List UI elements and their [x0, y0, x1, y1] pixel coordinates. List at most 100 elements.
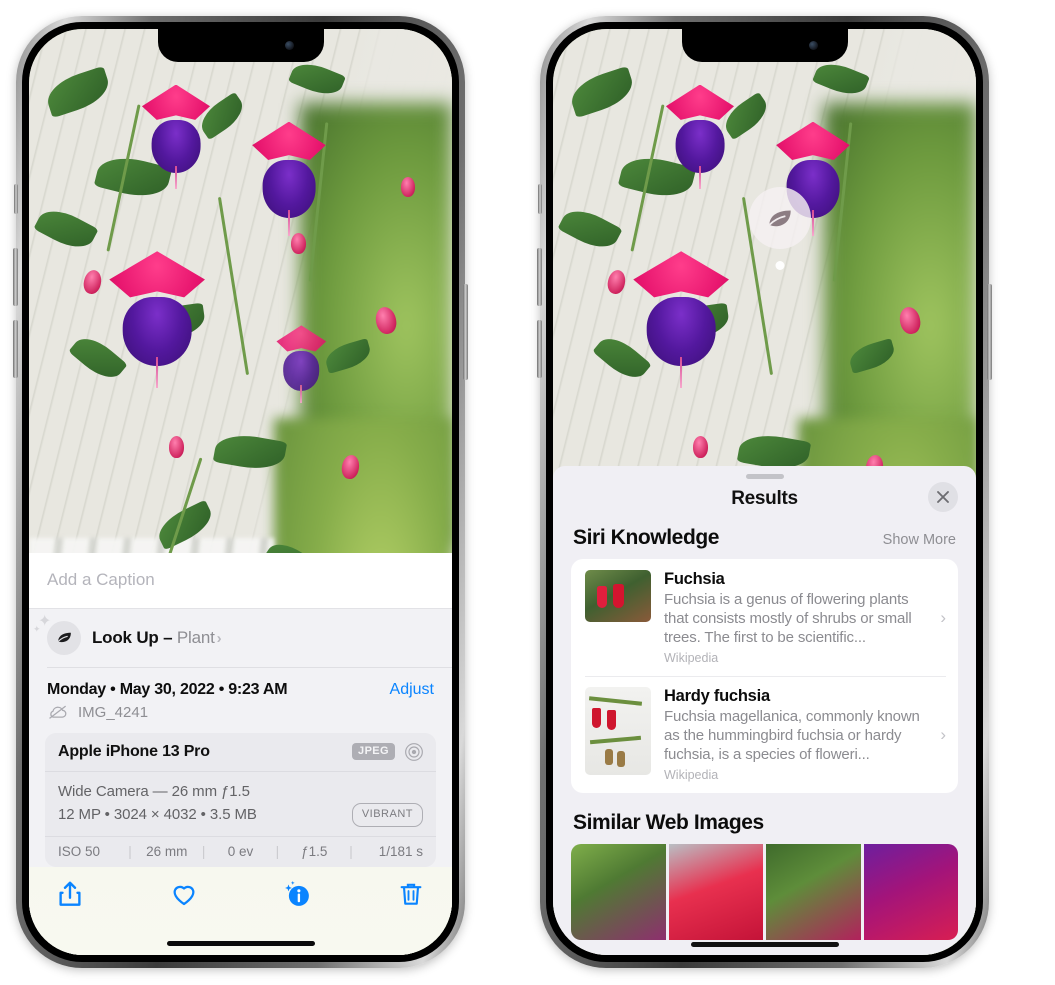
results-header: Results [553, 479, 976, 524]
chevron-right-icon: › [940, 607, 946, 627]
similar-web-images-title: Similar Web Images [573, 811, 764, 835]
web-image-thumbnail[interactable] [668, 844, 763, 941]
iphone-left-screen: Add a Caption ✦ ✦ Look Up – Plant › Mond… [29, 29, 452, 955]
volume-up-button[interactable] [537, 248, 542, 306]
result-thumbnail [585, 570, 651, 622]
look-up-row[interactable]: ✦ ✦ Look Up – Plant › [29, 609, 452, 668]
image-specs: 12 MP • 3024 × 4032 • 3.5 MB [58, 806, 257, 824]
result-source: Wikipedia [664, 768, 719, 783]
photo-bloom [249, 121, 329, 236]
exif-focal-length: 26 mm [146, 844, 188, 859]
exif-settings-row: ISO 50 | 26 mm | 0 ev | ƒ1.5 | 1/181 s [45, 837, 436, 867]
web-image-thumbnail[interactable] [766, 844, 861, 941]
photo-bud [291, 232, 307, 254]
list-item[interactable]: Hardy fuchsia Fuchsia magellanica, commo… [571, 676, 958, 793]
result-description: Fuchsia is a genus of flowering plants t… [664, 591, 912, 647]
trash-icon[interactable] [396, 879, 426, 909]
siri-knowledge-title: Siri Knowledge [573, 526, 720, 549]
photo-bloom [629, 251, 733, 389]
exif-iso: ISO 50 [58, 844, 101, 859]
look-up-title: Look Up – [92, 627, 177, 647]
exif-header: Apple iPhone 13 Pro JPEG [45, 733, 436, 772]
list-item[interactable]: Fuchsia Fuchsia is a genus of flowering … [571, 559, 958, 676]
exif-body: Wide Camera — 26 mm ƒ1.5 12 MP • 3024 × … [45, 772, 436, 837]
power-button[interactable] [987, 284, 992, 380]
volume-down-button[interactable] [13, 320, 18, 378]
result-title: Hardy fuchsia [664, 687, 770, 706]
lens-icon [405, 742, 423, 761]
home-indicator[interactable] [690, 942, 839, 947]
silent-switch[interactable] [538, 184, 542, 214]
photo-bloom [105, 251, 209, 389]
iphone-right-frame: Results Siri Knowledge Show More Fuchsia… [537, 16, 992, 968]
visual-look-up-badge[interactable] [749, 187, 811, 270]
lens-description: Wide Camera — 26 mm ƒ1.5 [58, 782, 250, 800]
filename-row: IMG_4241 [29, 701, 452, 733]
result-body: Fuchsia Fuchsia is a genus of flowering … [664, 570, 927, 665]
siri-knowledge-header: Siri Knowledge Show More [553, 524, 976, 559]
front-camera-icon [284, 41, 294, 50]
cloud-slash-icon [49, 705, 67, 720]
result-body: Hardy fuchsia Fuchsia magellanica, commo… [664, 687, 927, 782]
silent-switch[interactable] [14, 184, 18, 214]
chevron-right-icon: › [940, 724, 946, 744]
iphone-left-frame: Add a Caption ✦ ✦ Look Up – Plant › Mond… [13, 16, 468, 968]
iphone-right-bezel: Results Siri Knowledge Show More Fuchsia… [546, 22, 983, 962]
results-sheet: Results Siri Knowledge Show More Fuchsia… [553, 466, 976, 955]
photo-date: Monday • May 30, 2022 • 9:23 AM [47, 680, 288, 698]
look-up-subject: Plant [176, 627, 215, 647]
result-description: Fuchsia magellanica, commonly known as t… [664, 708, 920, 764]
format-badge: JPEG [352, 743, 395, 761]
photographic-style-badge: VIBRANT [351, 802, 423, 827]
notch [681, 29, 848, 62]
similar-web-images-header: Similar Web Images [553, 793, 976, 844]
result-thumbnail [585, 687, 651, 776]
show-more-button[interactable]: Show More [883, 532, 956, 548]
photo-filename: IMG_4241 [78, 703, 149, 721]
photo-info-sheet: Add a Caption ✦ ✦ Look Up – Plant › Mond… [29, 552, 452, 955]
heart-icon[interactable] [169, 879, 199, 909]
photo-bloom [139, 84, 213, 190]
front-camera-icon [808, 41, 818, 50]
info-icon[interactable] [282, 879, 312, 909]
sparkle-icon-small: ✦ [33, 623, 41, 634]
exif-card[interactable]: Apple iPhone 13 Pro JPEG Wide Camera — 2… [45, 732, 436, 867]
exif-shutter-speed: 1/181 s [378, 844, 423, 859]
leaf-icon [768, 210, 791, 227]
leaf-icon: ✦ ✦ [33, 613, 81, 655]
similar-web-images-strip [571, 844, 958, 941]
share-icon[interactable] [55, 879, 85, 909]
close-icon [937, 491, 949, 503]
exif-aperture: ƒ1.5 [301, 844, 328, 859]
results-title: Results [731, 488, 798, 509]
chevron-right-icon: › [216, 629, 222, 647]
photo-bud [401, 177, 416, 198]
siri-knowledge-list: Fuchsia Fuchsia is a genus of flowering … [571, 559, 958, 794]
result-title: Fuchsia [664, 570, 725, 588]
iphone-right-screen: Results Siri Knowledge Show More Fuchsia… [553, 29, 976, 955]
web-image-thumbnail[interactable] [571, 844, 666, 941]
exif-specs-row: 12 MP • 3024 × 4032 • 3.5 MB VIBRANT [58, 802, 423, 827]
photo-bloom [274, 325, 328, 403]
web-image-thumbnail[interactable] [863, 844, 958, 941]
visual-look-up-anchor-dot [775, 261, 785, 270]
home-indicator[interactable] [166, 941, 315, 946]
adjust-button[interactable]: Adjust [390, 681, 434, 699]
exif-exposure-value: 0 ev [227, 844, 254, 859]
photo-bloom [663, 84, 737, 190]
caption-input[interactable]: Add a Caption [29, 552, 452, 609]
look-up-label: Look Up – Plant › [92, 627, 222, 648]
camera-device-name: Apple iPhone 13 Pro [58, 742, 210, 760]
power-button[interactable] [463, 284, 468, 380]
close-button[interactable] [928, 482, 958, 512]
exif-header-badges: JPEG [352, 742, 424, 762]
date-row: Monday • May 30, 2022 • 9:23 AM Adjust [29, 668, 452, 701]
result-source: Wikipedia [664, 651, 719, 666]
photo-bud [692, 436, 708, 459]
volume-up-button[interactable] [13, 248, 18, 306]
photo-bud [168, 436, 184, 459]
iphone-left-bezel: Add a Caption ✦ ✦ Look Up – Plant › Mond… [22, 22, 459, 962]
screenshot-stage: Add a Caption ✦ ✦ Look Up – Plant › Mond… [0, 0, 1055, 985]
notch [157, 29, 324, 62]
volume-down-button[interactable] [537, 320, 542, 378]
